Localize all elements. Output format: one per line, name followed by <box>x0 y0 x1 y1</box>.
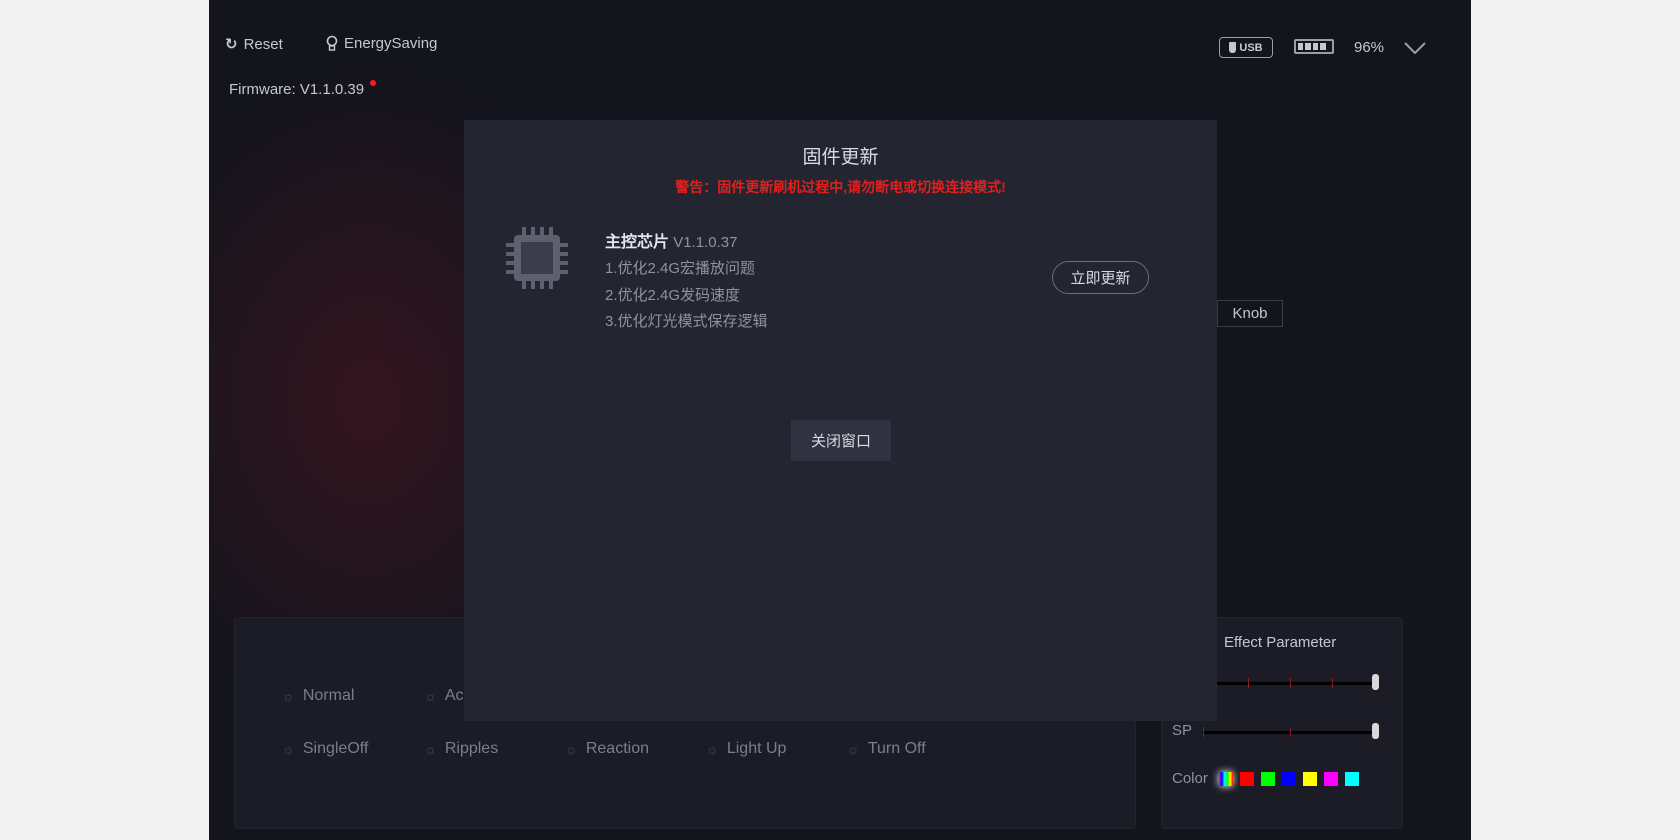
chip-version: V1.1.0.37 <box>673 234 738 251</box>
mode-reaction[interactable]: ☼ Reaction <box>565 740 649 758</box>
sun-icon: ☼ <box>706 741 719 757</box>
energy-saving-button[interactable]: EnergySaving <box>326 35 437 52</box>
color-swatch[interactable] <box>1261 772 1275 786</box>
release-note: 2.优化2.4G发码速度 <box>605 287 741 304</box>
mode-label: Normal <box>302 687 355 704</box>
chip-icon <box>506 227 568 289</box>
firmware-update-dialog: 固件更新 警告：固件更新刷机过程中,请勿断电或切换连接模式! 主控芯片 V1.1… <box>464 120 1217 721</box>
mode-singleoff[interactable]: ☼ SingleOff <box>282 740 368 758</box>
color-swatch[interactable] <box>1240 772 1254 786</box>
app-window: ↻ Reset EnergySaving Firmware: V1.1.0.39… <box>209 0 1471 840</box>
color-swatches <box>1219 772 1359 786</box>
lightbulb-icon <box>326 35 338 51</box>
reset-label: Reset <box>243 35 283 53</box>
mode-normal[interactable]: ☼ Normal <box>282 687 354 705</box>
color-swatch[interactable] <box>1303 772 1317 786</box>
slider-thumb[interactable] <box>1372 723 1379 739</box>
speed-slider[interactable] <box>1202 723 1379 739</box>
mode-label: Turn Off <box>867 740 926 757</box>
chip-name: 主控芯片 <box>605 234 670 251</box>
mode-light-up[interactable]: ☼ Light Up <box>706 740 786 758</box>
tab-knob[interactable]: Knob <box>1217 300 1283 327</box>
mode-ripples[interactable]: ☼ Ripples <box>424 740 498 758</box>
connection-label: USB <box>1239 41 1263 54</box>
release-note: 1.优化2.4G宏播放问题 <box>605 260 756 277</box>
energy-saving-label: EnergySaving <box>344 35 438 52</box>
rainbow-color-swatch[interactable] <box>1219 772 1233 786</box>
usb-connection-badge: USB <box>1219 37 1273 58</box>
chevron-down-icon[interactable] <box>1404 42 1426 54</box>
mode-label: Ripples <box>444 740 499 757</box>
sun-icon: ☼ <box>424 688 437 704</box>
mode-label: Ac <box>444 687 464 704</box>
brightness-slider[interactable] <box>1202 674 1379 690</box>
release-note: 3.优化灯光模式保存逻辑 <box>605 313 768 330</box>
mode-label: Reaction <box>585 740 649 757</box>
sun-icon: ☼ <box>847 741 860 757</box>
firmware-label: Firmware: V1.1.0.39 <box>229 81 365 98</box>
battery-icon <box>1294 39 1334 54</box>
warning-text: 警告：固件更新刷机过程中,请勿断电或切换连接模式! <box>675 179 1006 195</box>
effect-parameter-title: Effect Parameter <box>1224 634 1337 651</box>
color-label: Color <box>1172 770 1208 787</box>
sun-icon: ☼ <box>565 741 578 757</box>
slider-thumb[interactable] <box>1372 674 1379 690</box>
sun-icon: ☼ <box>282 688 295 704</box>
color-swatch[interactable] <box>1282 772 1296 786</box>
reset-button[interactable]: ↻ Reset <box>225 35 283 54</box>
dialog-title: 固件更新 <box>802 147 879 168</box>
refresh-icon: ↻ <box>225 36 238 53</box>
sun-icon: ☼ <box>424 741 437 757</box>
firmware-version[interactable]: Firmware: V1.1.0.39 <box>229 80 377 98</box>
battery-percent: 96% <box>1354 39 1385 56</box>
close-window-button[interactable]: 关闭窗口 <box>791 420 891 461</box>
update-dot-icon <box>370 80 377 86</box>
mode-label: Light Up <box>726 740 787 757</box>
color-swatch[interactable] <box>1324 772 1338 786</box>
sp-label: SP <box>1172 722 1193 739</box>
sun-icon: ☼ <box>282 741 295 757</box>
mode-ac[interactable]: ☼ Ac <box>424 687 464 705</box>
update-now-button[interactable]: 立即更新 <box>1052 261 1149 294</box>
mode-label: SingleOff <box>302 740 369 757</box>
color-swatch[interactable] <box>1345 772 1359 786</box>
knob-tab-label: Knob <box>1232 305 1268 322</box>
chip-heading: 主控芯片 V1.1.0.37 <box>605 228 737 252</box>
usb-icon <box>1229 42 1237 53</box>
mode-turn-off[interactable]: ☼ Turn Off <box>847 740 926 758</box>
